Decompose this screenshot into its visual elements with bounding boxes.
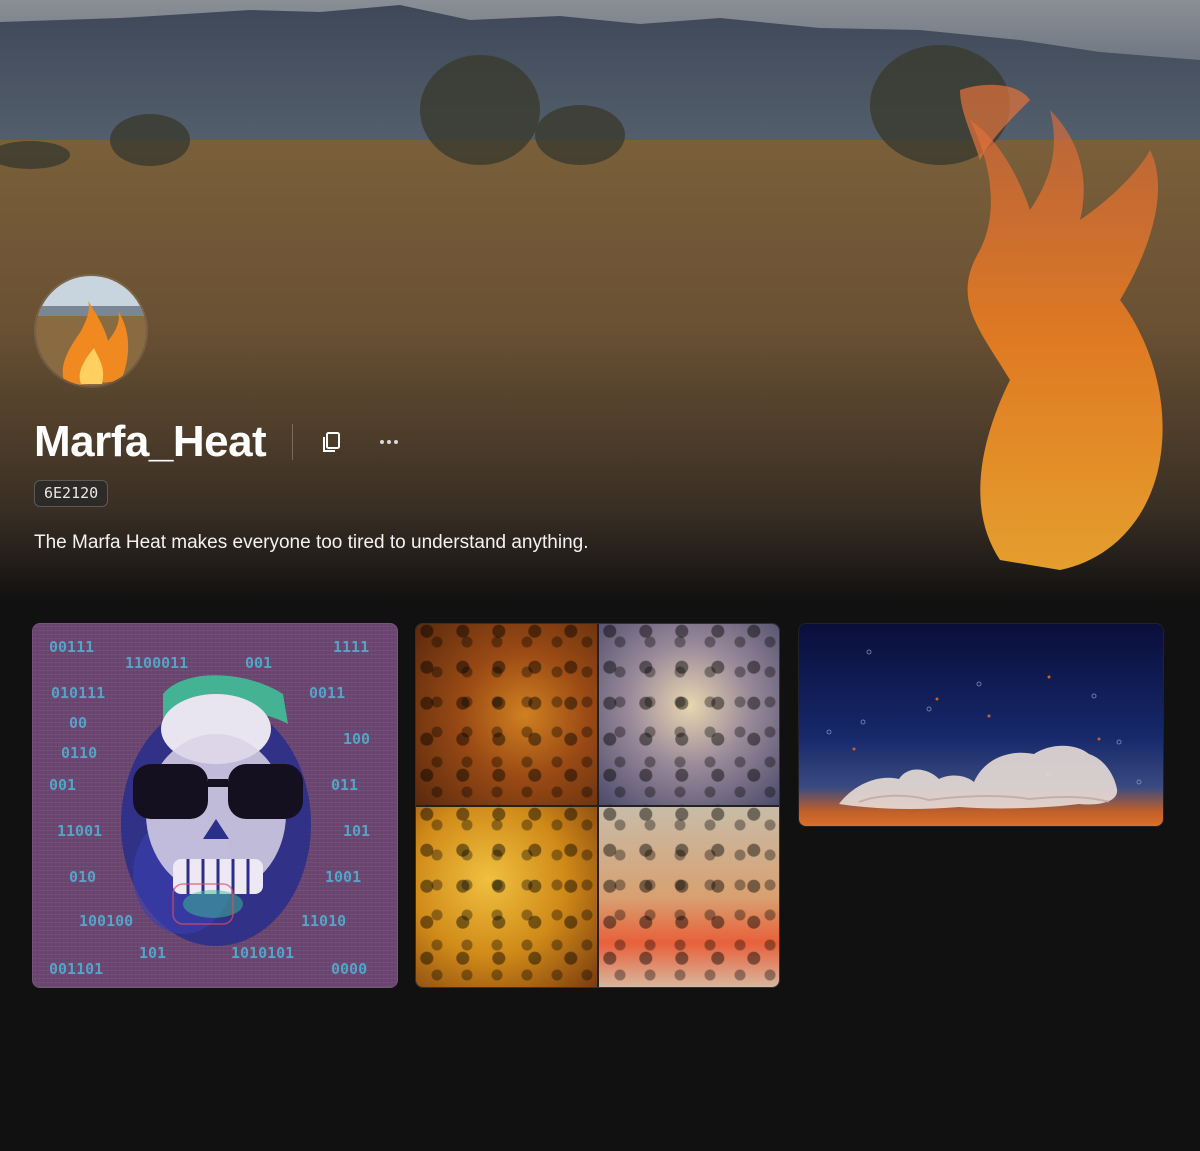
avatar xyxy=(34,274,148,388)
more-options-button[interactable] xyxy=(377,430,401,454)
artwork-card[interactable] xyxy=(798,623,1164,827)
artwork-tile xyxy=(599,624,779,805)
artwork-card[interactable] xyxy=(415,623,780,988)
artwork-tile xyxy=(416,807,597,987)
skull-artwork xyxy=(121,675,311,946)
more-icon xyxy=(380,440,399,444)
artwork-card[interactable]: 00111 1100011 001 1111 010111 0011 00 10… xyxy=(32,623,398,988)
artwork-tile xyxy=(416,624,597,805)
profile-banner xyxy=(0,0,1200,600)
copy-button[interactable] xyxy=(319,430,343,454)
profile-name: Marfa_Heat xyxy=(34,417,267,466)
artwork-tile xyxy=(599,807,779,987)
header-divider xyxy=(292,424,294,460)
night-sky-artwork xyxy=(799,624,1163,826)
address-badge[interactable]: 6E2120 xyxy=(34,480,109,507)
copy-icon xyxy=(323,432,341,452)
avatar-image xyxy=(36,276,146,386)
profile-bio: The Marfa Heat makes everyone too tired … xyxy=(34,532,589,553)
profile-header: Marfa_Heat xyxy=(34,414,401,470)
banner-landscape xyxy=(0,0,1200,600)
